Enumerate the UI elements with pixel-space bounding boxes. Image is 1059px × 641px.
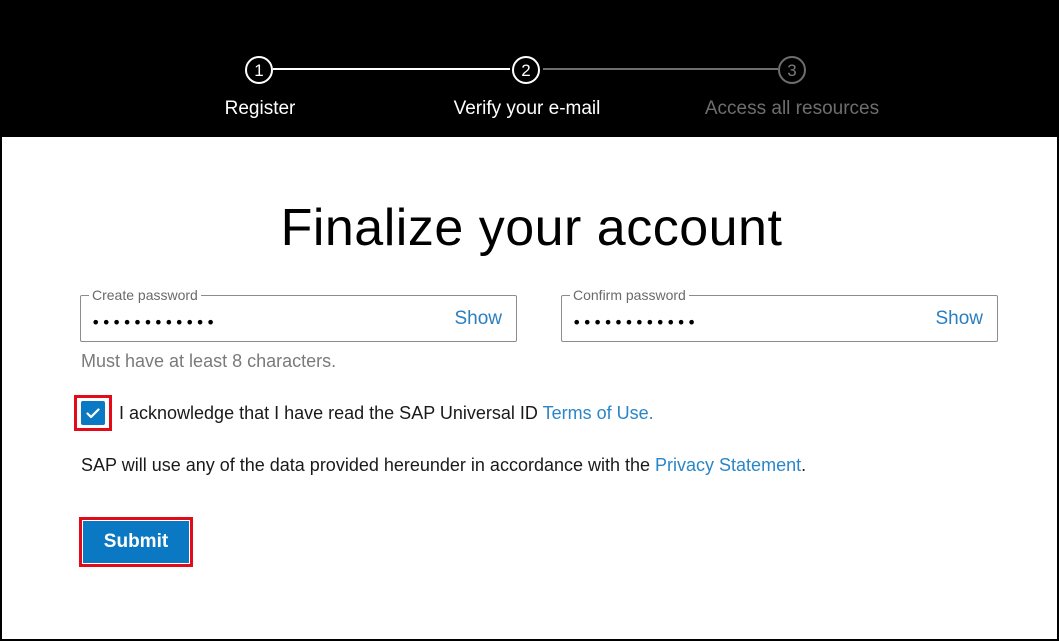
terms-row: I acknowledge that I have read the SAP U… — [74, 395, 654, 431]
step-2-label: Verify your e-mail — [453, 98, 601, 119]
create-password-field: Create password Show — [80, 287, 517, 342]
privacy-suffix: . — [801, 455, 807, 475]
privacy-statement-link[interactable]: Privacy Statement — [655, 455, 801, 475]
password-hint: Must have at least 8 characters. — [81, 351, 337, 371]
show-create-password-button[interactable]: Show — [454, 308, 502, 330]
privacy-notice: SAP will use any of the data provided he… — [81, 455, 806, 476]
step-3-label: Access all resources — [704, 98, 880, 119]
terms-checkbox-highlight — [74, 395, 112, 431]
terms-text: I acknowledge that I have read the SAP U… — [119, 403, 654, 424]
privacy-text: SAP will use any of the data provided he… — [81, 455, 656, 475]
submit-button-highlight: Submit — [79, 517, 193, 567]
progress-stepper: 1 Register 2 Verify your e-mail 3 Access… — [2, 2, 1057, 137]
checkmark-icon — [86, 407, 100, 418]
step-1-circle: 1 — [245, 56, 273, 84]
create-password-label: Create password — [89, 287, 201, 303]
terms-checkbox[interactable] — [81, 401, 105, 425]
step-1-label: Register — [224, 98, 296, 119]
step-3-circle: 3 — [778, 56, 806, 84]
step-connector-1-2 — [273, 68, 510, 70]
step-2-circle: 2 — [512, 56, 540, 84]
create-password-input[interactable] — [91, 310, 421, 334]
show-confirm-password-button[interactable]: Show — [935, 308, 983, 330]
confirm-password-label: Confirm password — [570, 287, 689, 303]
page-frame: 1 Register 2 Verify your e-mail 3 Access… — [0, 0, 1059, 641]
terms-statement: I acknowledge that I have read the SAP U… — [119, 402, 543, 423]
submit-button[interactable]: Submit — [83, 521, 189, 563]
confirm-password-field: Confirm password Show — [561, 287, 998, 342]
step-connector-2-3 — [543, 68, 778, 70]
confirm-password-input[interactable] — [572, 310, 902, 334]
page-title: Finalize your account — [280, 199, 783, 257]
terms-of-use-link[interactable]: Terms of Use. — [543, 403, 654, 423]
